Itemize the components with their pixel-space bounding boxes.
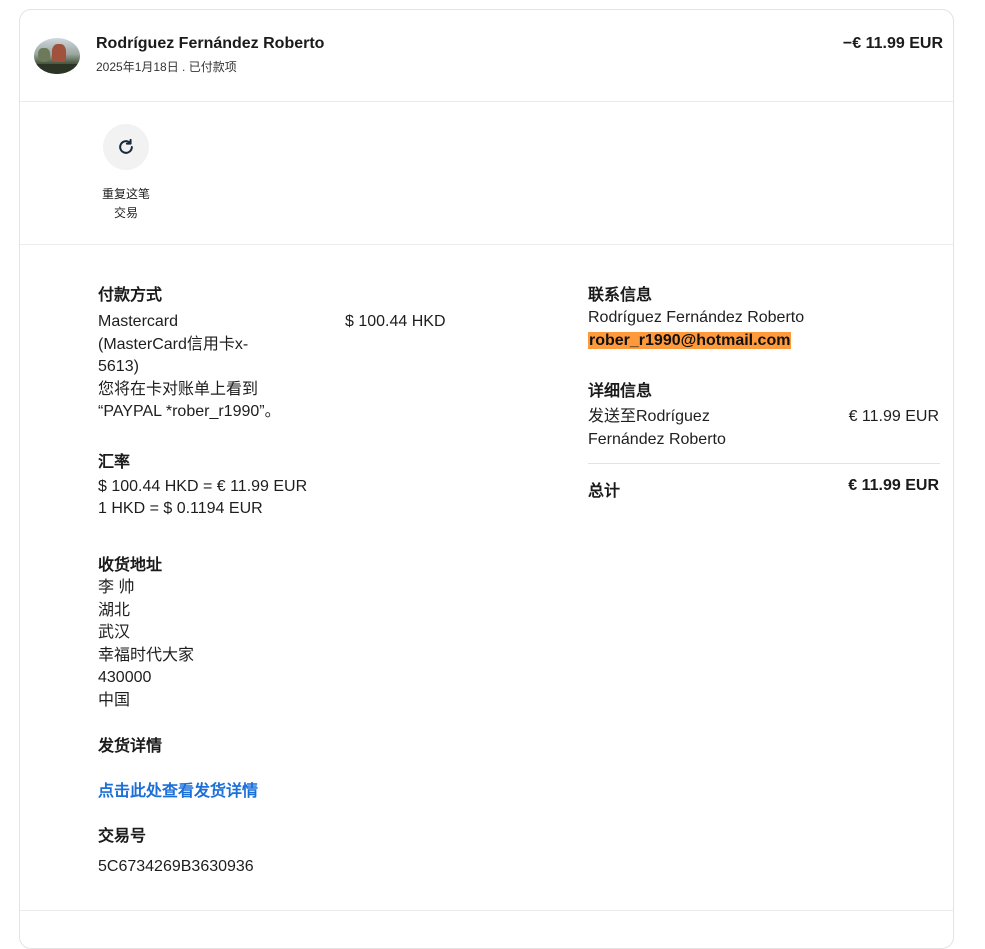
payment-amount: $ 100.44 HKD — [345, 313, 446, 330]
details-divider — [588, 463, 940, 464]
avatar — [34, 38, 80, 74]
total-amount: € 11.99 EUR — [848, 477, 939, 494]
sent-amount: € 11.99 EUR — [848, 408, 939, 425]
counterparty-name: Rodríguez Fernández Roberto — [96, 35, 325, 52]
shipping-address-title: 收货地址 — [98, 557, 163, 574]
refresh-icon — [119, 138, 133, 154]
exchange-rate-line2: 1 HKD = $ 0.1194 EUR — [98, 500, 263, 517]
footer-divider — [20, 910, 953, 911]
exchange-rate-line1: $ 100.44 HKD = € 11.99 EUR — [98, 478, 308, 495]
details-title: 详细信息 — [588, 383, 653, 400]
total-label: 总计 — [588, 483, 621, 500]
transaction-date-status: 2025年1月18日 . 已付款项 — [96, 60, 237, 74]
transaction-id-title: 交易号 — [98, 828, 147, 845]
view-shipping-details-link[interactable]: 点击此处查看发货详情 — [98, 777, 258, 801]
contact-name: Rodríguez Fernández Roberto — [588, 309, 805, 326]
payment-method-title: 付款方式 — [98, 287, 163, 304]
actions-bar: 重复这笔 交易 — [20, 102, 953, 245]
transaction-header: Rodríguez Fernández Roberto 2025年1月18日 .… — [20, 10, 953, 102]
exchange-rate-title: 汇率 — [98, 454, 131, 471]
transaction-card: Rodríguez Fernández Roberto 2025年1月18日 .… — [19, 9, 954, 949]
contact-info-title: 联系信息 — [588, 287, 653, 304]
shipping-address: 李 帅 湖北 武汉 幸福时代大家 430000 中国 — [98, 579, 195, 709]
repeat-transaction-label[interactable]: 重复这笔 交易 — [86, 185, 166, 223]
transaction-id: 5C6734269B3630936 — [98, 858, 254, 875]
payment-method-details: Mastercard (MasterCard信用卡x- 5613) 您将在卡对账… — [98, 313, 281, 420]
sent-to: 发送至Rodríguez Fernández Roberto — [588, 408, 726, 448]
repeat-transaction-button[interactable] — [103, 124, 149, 170]
transaction-amount: −€ 11.99 EUR — [842, 35, 943, 52]
shipping-details-title: 发货详情 — [98, 738, 163, 755]
contact-email[interactable]: rober_r1990@hotmail.com — [588, 330, 792, 353]
